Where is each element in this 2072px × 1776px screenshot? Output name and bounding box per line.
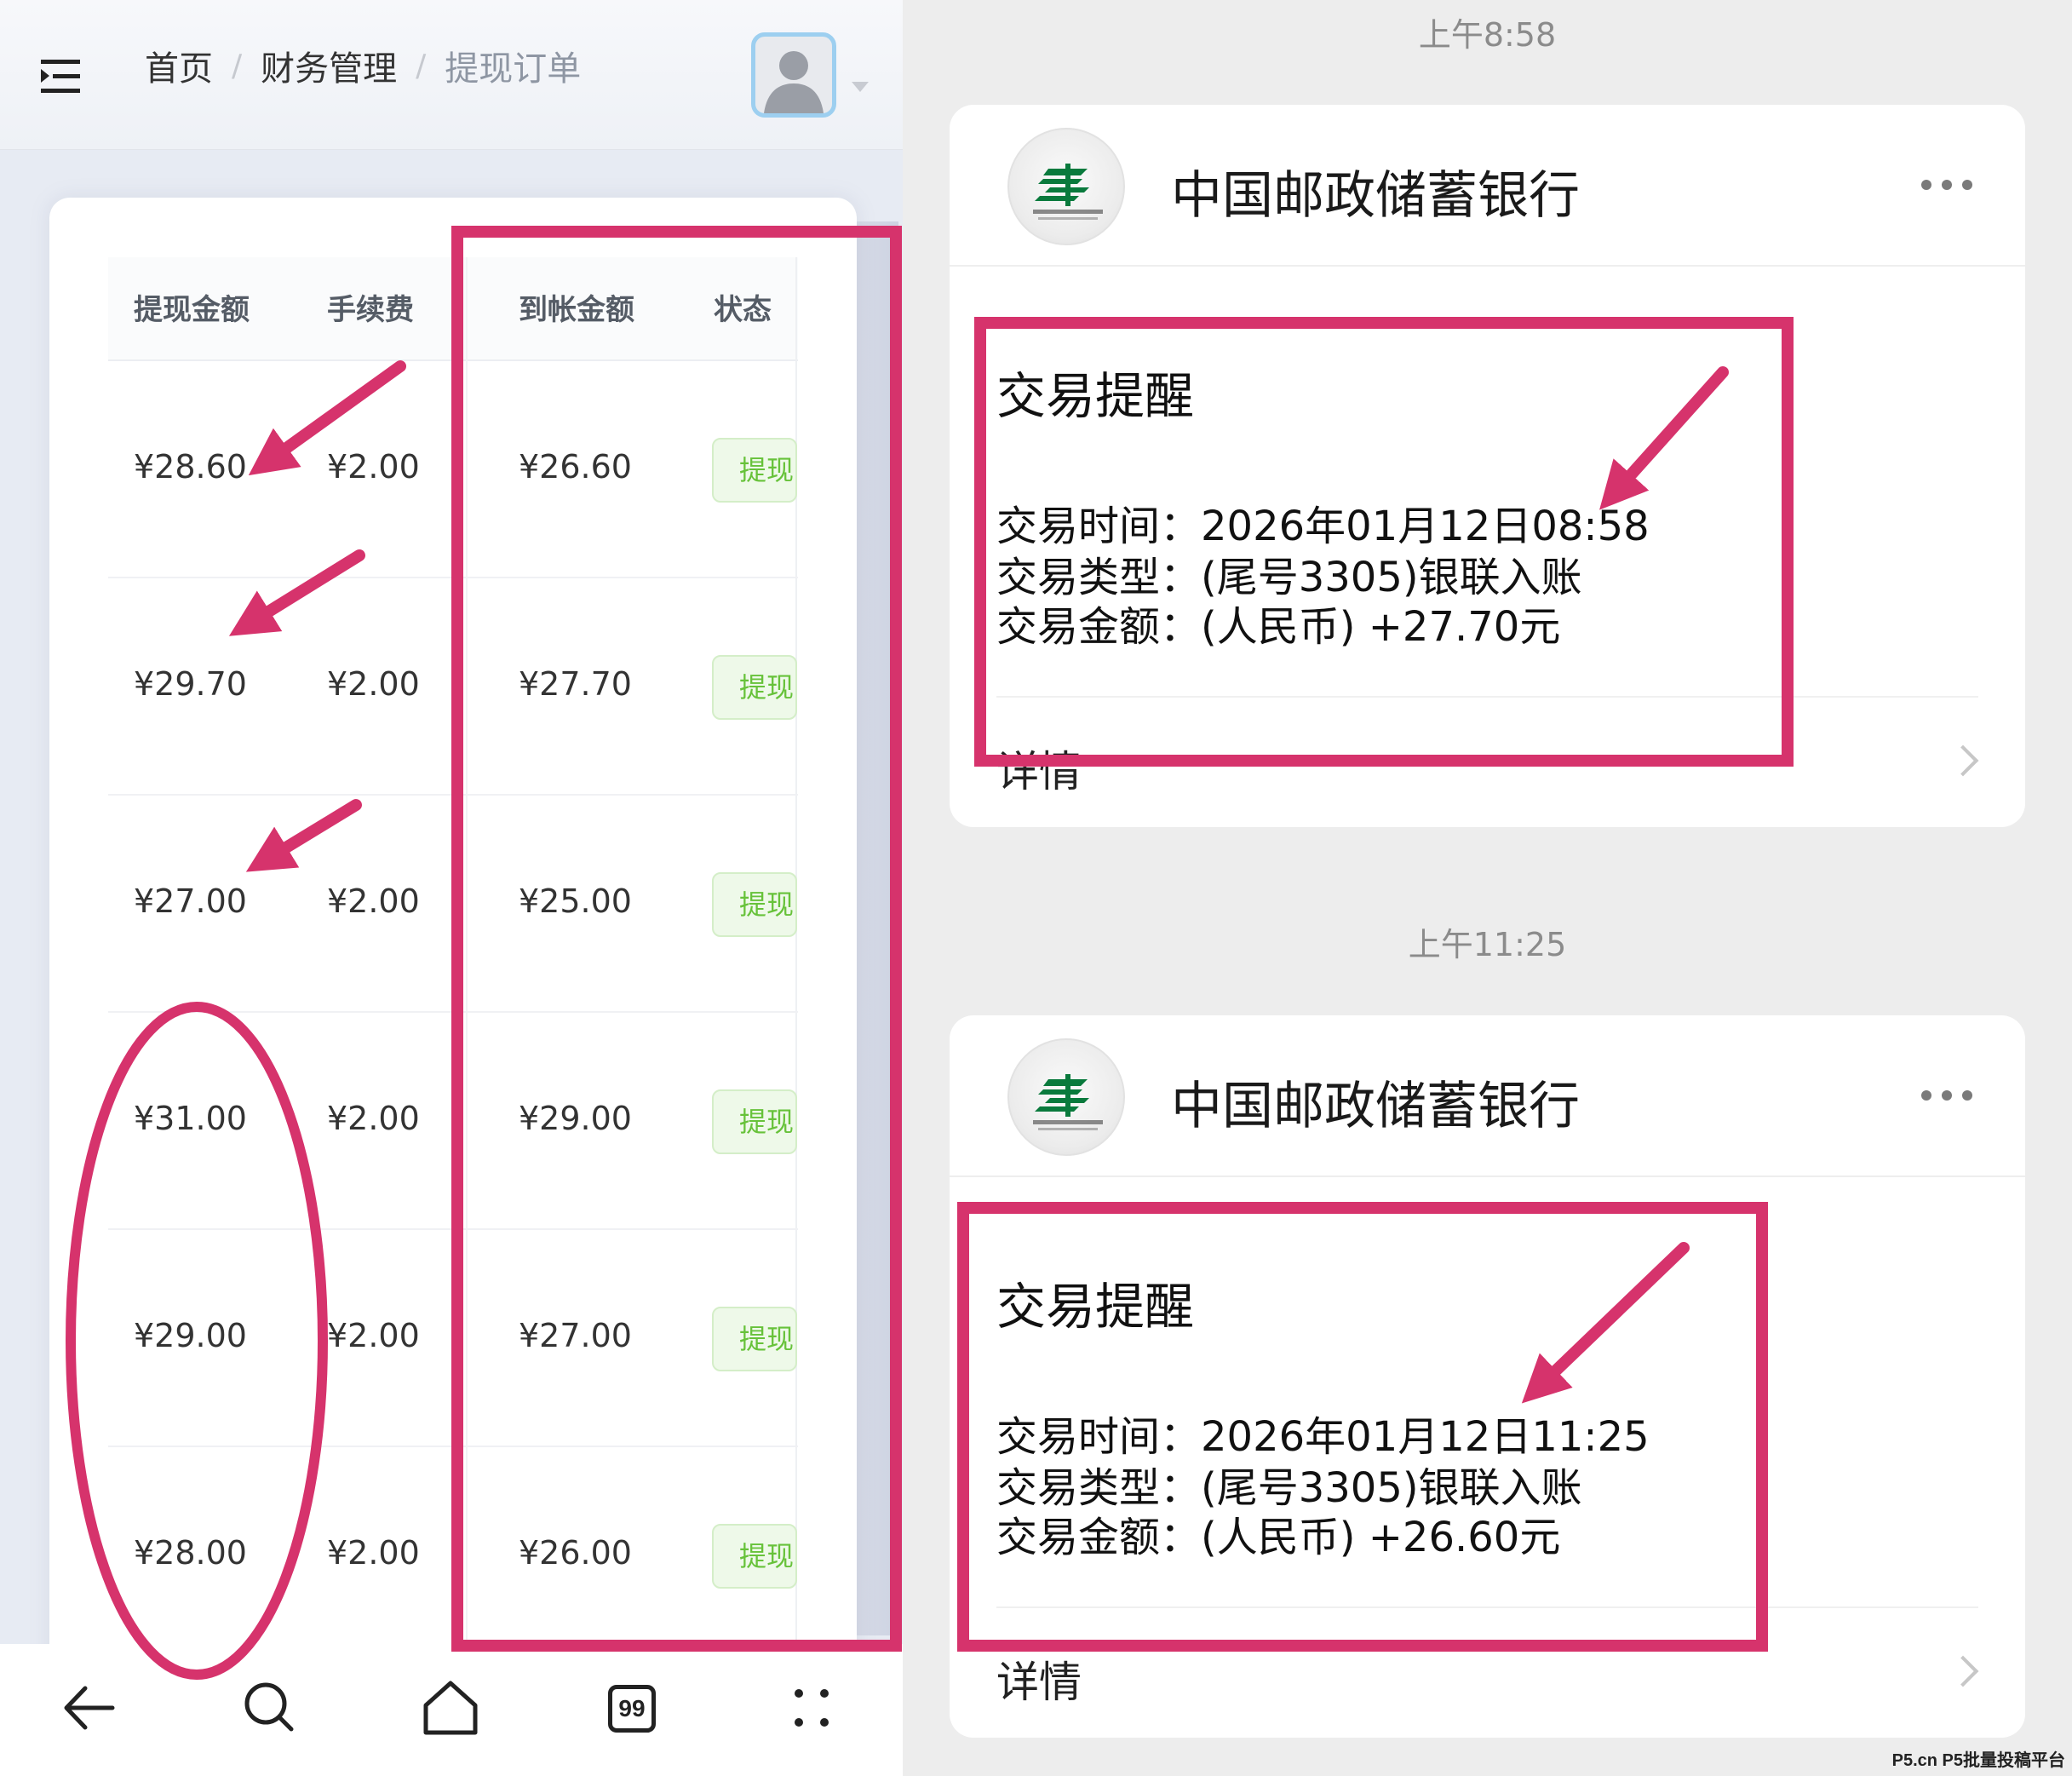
chevron-down-icon[interactable]	[852, 82, 869, 92]
cell-amount: ¥28.60	[134, 448, 247, 486]
postal-bank-logo-icon	[1033, 164, 1103, 220]
cell-fee: ¥2.00	[327, 1317, 420, 1354]
cell-amount: ¥27.00	[134, 882, 247, 920]
column-header-received: 到帐金额	[519, 293, 634, 327]
message-title: 交易提醒	[996, 367, 1195, 425]
table-row[interactable]: ¥29.00 ¥2.00 ¥27.00 提现	[108, 1230, 798, 1447]
status-badge: 提现	[712, 1089, 797, 1154]
message-timestamp: 上午8:58	[1418, 16, 1557, 54]
watermark: P5.cn P5批量投稿平台	[1891, 1751, 2065, 1770]
breadcrumb-separator: /	[232, 48, 243, 83]
bank-logo	[1007, 128, 1125, 245]
table-row[interactable]: ¥28.00 ¥2.00 ¥26.00 提现	[108, 1447, 798, 1664]
bank-message-card[interactable]: 中国邮政储蓄银行 交易提醒 交易时间：2026年01月12日08:58 交易类型…	[950, 105, 2025, 827]
table-row[interactable]: ¥29.70 ¥2.00 ¥27.70 提现	[108, 578, 798, 796]
cell-received: ¥27.70	[519, 665, 632, 703]
status-badge: 提现	[712, 438, 797, 503]
transaction-amount: 交易金额：(人民币) +26.60元	[996, 1514, 1561, 1561]
more-dots-icon[interactable]	[773, 1670, 850, 1746]
chevron-right-icon[interactable]	[1947, 744, 1979, 777]
cell-received: ¥29.00	[519, 1100, 632, 1137]
more-options-icon[interactable]	[1921, 180, 1972, 190]
top-header: 首页 / 财务管理 / 提现订单	[0, 0, 903, 150]
bank-name: 中国邮政储蓄银行	[1171, 166, 1580, 226]
status-badge: 提现	[712, 655, 797, 720]
postal-bank-logo-icon	[1033, 1074, 1103, 1130]
details-link[interactable]: 详情	[996, 1648, 1082, 1710]
cell-received: ¥26.00	[519, 1534, 632, 1572]
tabs-count-button[interactable]: 99	[593, 1670, 669, 1746]
user-avatar-icon	[764, 51, 824, 113]
bank-message-card[interactable]: 中国邮政储蓄银行 交易提醒 交易时间：2026年01月12日11:25 交易类型…	[950, 1015, 2025, 1738]
table-row[interactable]: ¥27.00 ¥2.00 ¥25.00 提现	[108, 796, 798, 1013]
browser-bottom-bar: 99	[0, 1644, 903, 1776]
breadcrumb-current: 提现订单	[445, 49, 582, 89]
status-badge: 提现	[712, 872, 797, 937]
cell-fee: ¥2.00	[327, 1100, 420, 1137]
cell-received: ¥26.60	[519, 448, 632, 486]
column-header-amount: 提现金额	[134, 293, 250, 327]
details-link[interactable]: 详情	[996, 738, 1082, 799]
status-badge: 提现	[712, 1307, 797, 1371]
breadcrumb-separator: /	[416, 48, 427, 83]
avatar[interactable]	[751, 32, 836, 118]
column-header-status: 状态	[714, 293, 772, 327]
menu-toggle-icon[interactable]	[41, 60, 80, 94]
bank-notification-feed: 上午8:58 中国邮政储蓄银行 交易提醒 交易时间：2026年01月12日08:…	[903, 0, 2072, 1776]
cell-received: ¥25.00	[519, 882, 632, 920]
breadcrumb-finance[interactable]: 财务管理	[261, 41, 397, 90]
tabs-count: 99	[608, 1685, 656, 1733]
bank-logo	[1007, 1038, 1125, 1156]
divider	[996, 1606, 1978, 1608]
withdrawal-orders-page: 首页 / 财务管理 / 提现订单 提现金额 手续费 到帐金额 状态 ¥28.60…	[0, 0, 903, 1776]
table-row[interactable]: ¥28.60 ¥2.00 ¥26.60 提现	[108, 361, 798, 578]
back-arrow-icon[interactable]	[53, 1670, 129, 1746]
column-header-fee: 手续费	[327, 293, 414, 327]
divider	[996, 696, 1978, 698]
cell-fee: ¥2.00	[327, 665, 420, 703]
breadcrumb-home[interactable]: 首页	[145, 41, 213, 90]
cell-amount: ¥31.00	[134, 1100, 247, 1137]
message-title: 交易提醒	[996, 1278, 1195, 1336]
cell-fee: ¥2.00	[327, 882, 420, 920]
cell-amount: ¥29.00	[134, 1317, 247, 1354]
more-options-icon[interactable]	[1921, 1090, 1972, 1101]
message-timestamp: 上午11:25	[1408, 926, 1567, 963]
chevron-right-icon[interactable]	[1947, 1655, 1979, 1687]
bank-name: 中国邮政储蓄银行	[1171, 1077, 1580, 1136]
cell-received: ¥27.00	[519, 1317, 632, 1354]
screenshot-root: 首页 / 财务管理 / 提现订单 提现金额 手续费 到帐金额 状态 ¥28.60…	[0, 0, 2072, 1776]
home-icon[interactable]	[412, 1670, 489, 1746]
table-row[interactable]: ¥31.00 ¥2.00 ¥29.00 提现	[108, 1013, 798, 1230]
search-icon[interactable]	[232, 1670, 308, 1746]
message-header: 中国邮政储蓄银行	[950, 105, 2025, 267]
cell-amount: ¥28.00	[134, 1534, 247, 1572]
cell-fee: ¥2.00	[327, 1534, 420, 1572]
transaction-amount: 交易金额：(人民币) +27.70元	[996, 603, 1561, 651]
message-header: 中国邮政储蓄银行	[950, 1015, 2025, 1177]
breadcrumb: 首页 / 财务管理 / 提现订单	[145, 41, 581, 90]
cell-fee: ¥2.00	[327, 448, 420, 486]
status-badge: 提现	[712, 1524, 797, 1589]
card-shadow-edge	[856, 221, 898, 1635]
cell-amount: ¥29.70	[134, 665, 247, 703]
